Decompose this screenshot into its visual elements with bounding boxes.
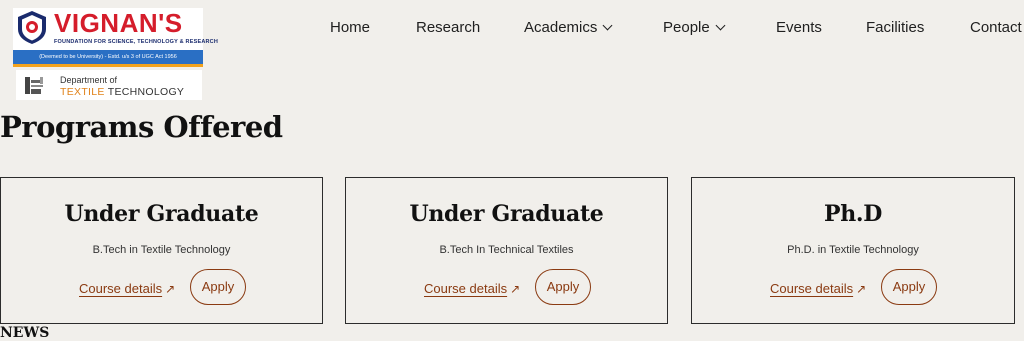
arrow-up-right-icon: ↗ (510, 282, 521, 296)
chevron-down-icon (602, 20, 613, 31)
nav-home-label: Home (330, 19, 371, 36)
main-nav: Home Research Academics People Events Fa… (0, 18, 1024, 38)
nav-home[interactable]: Home (330, 18, 370, 38)
course-details-link[interactable]: Course details ↗ (79, 281, 175, 296)
dept-name: TEXTILE TECHNOLOGY (60, 86, 184, 98)
apply-button[interactable]: Apply (535, 269, 591, 305)
nav-academics-label: Academics (524, 19, 598, 36)
department-badge: Department of TEXTILE TECHNOLOGY (16, 70, 202, 100)
brand-tagline: FOUNDATION FOR SCIENCE, TECHNOLOGY & RES… (54, 39, 219, 45)
logo-band-text: (Deemed to be University) - Estd. u/s 3 … (13, 50, 203, 64)
nav-academics[interactable]: Academics (524, 18, 613, 38)
arrow-up-right-icon: ↗ (165, 282, 176, 296)
nav-people[interactable]: People (663, 18, 726, 38)
dept-name-rest: TECHNOLOGY (104, 86, 185, 98)
textile-machine-icon (25, 77, 43, 94)
arrow-up-right-icon: ↗ (856, 282, 867, 296)
course-details-link[interactable]: Course details ↗ (770, 281, 866, 296)
logo-stripe (13, 64, 203, 67)
nav-facilities[interactable]: Facilities (866, 18, 924, 38)
nav-contact-label: Contact (970, 19, 1022, 36)
nav-contact[interactable]: Contact (970, 18, 1022, 38)
nav-facilities-label: Facilities (866, 19, 925, 36)
program-subtitle: Ph.D. in Textile Technology (787, 244, 919, 256)
course-details-label: Course details (770, 281, 854, 296)
chevron-down-icon (715, 20, 726, 31)
program-subtitle: B.Tech In Technical Textiles (439, 244, 574, 256)
program-card: Under Graduate B.Tech In Technical Texti… (345, 177, 668, 324)
dept-name-highlight: TEXTILE (60, 86, 105, 98)
course-details-label: Course details (79, 281, 163, 296)
nav-events-label: Events (776, 19, 822, 36)
program-card: Under Graduate B.Tech in Textile Technol… (0, 177, 323, 324)
course-details-label: Course details (424, 281, 508, 296)
program-title: Under Graduate (409, 201, 604, 227)
nav-research[interactable]: Research (416, 18, 480, 38)
nav-events[interactable]: Events (776, 18, 822, 38)
nav-research-label: Research (416, 19, 481, 36)
news-section-heading: NEWS (0, 325, 50, 341)
nav-people-label: People (663, 19, 710, 36)
page-title: Programs Offered (0, 110, 283, 144)
program-title: Ph.D (823, 201, 883, 227)
dept-label: Department of (60, 75, 118, 85)
program-title: Under Graduate (64, 201, 259, 227)
apply-button[interactable]: Apply (190, 269, 246, 305)
course-details-link[interactable]: Course details ↗ (424, 281, 520, 296)
program-card: Ph.D Ph.D. in Textile Technology Course … (691, 177, 1015, 324)
apply-button[interactable]: Apply (881, 269, 937, 305)
program-subtitle: B.Tech in Textile Technology (92, 244, 231, 256)
